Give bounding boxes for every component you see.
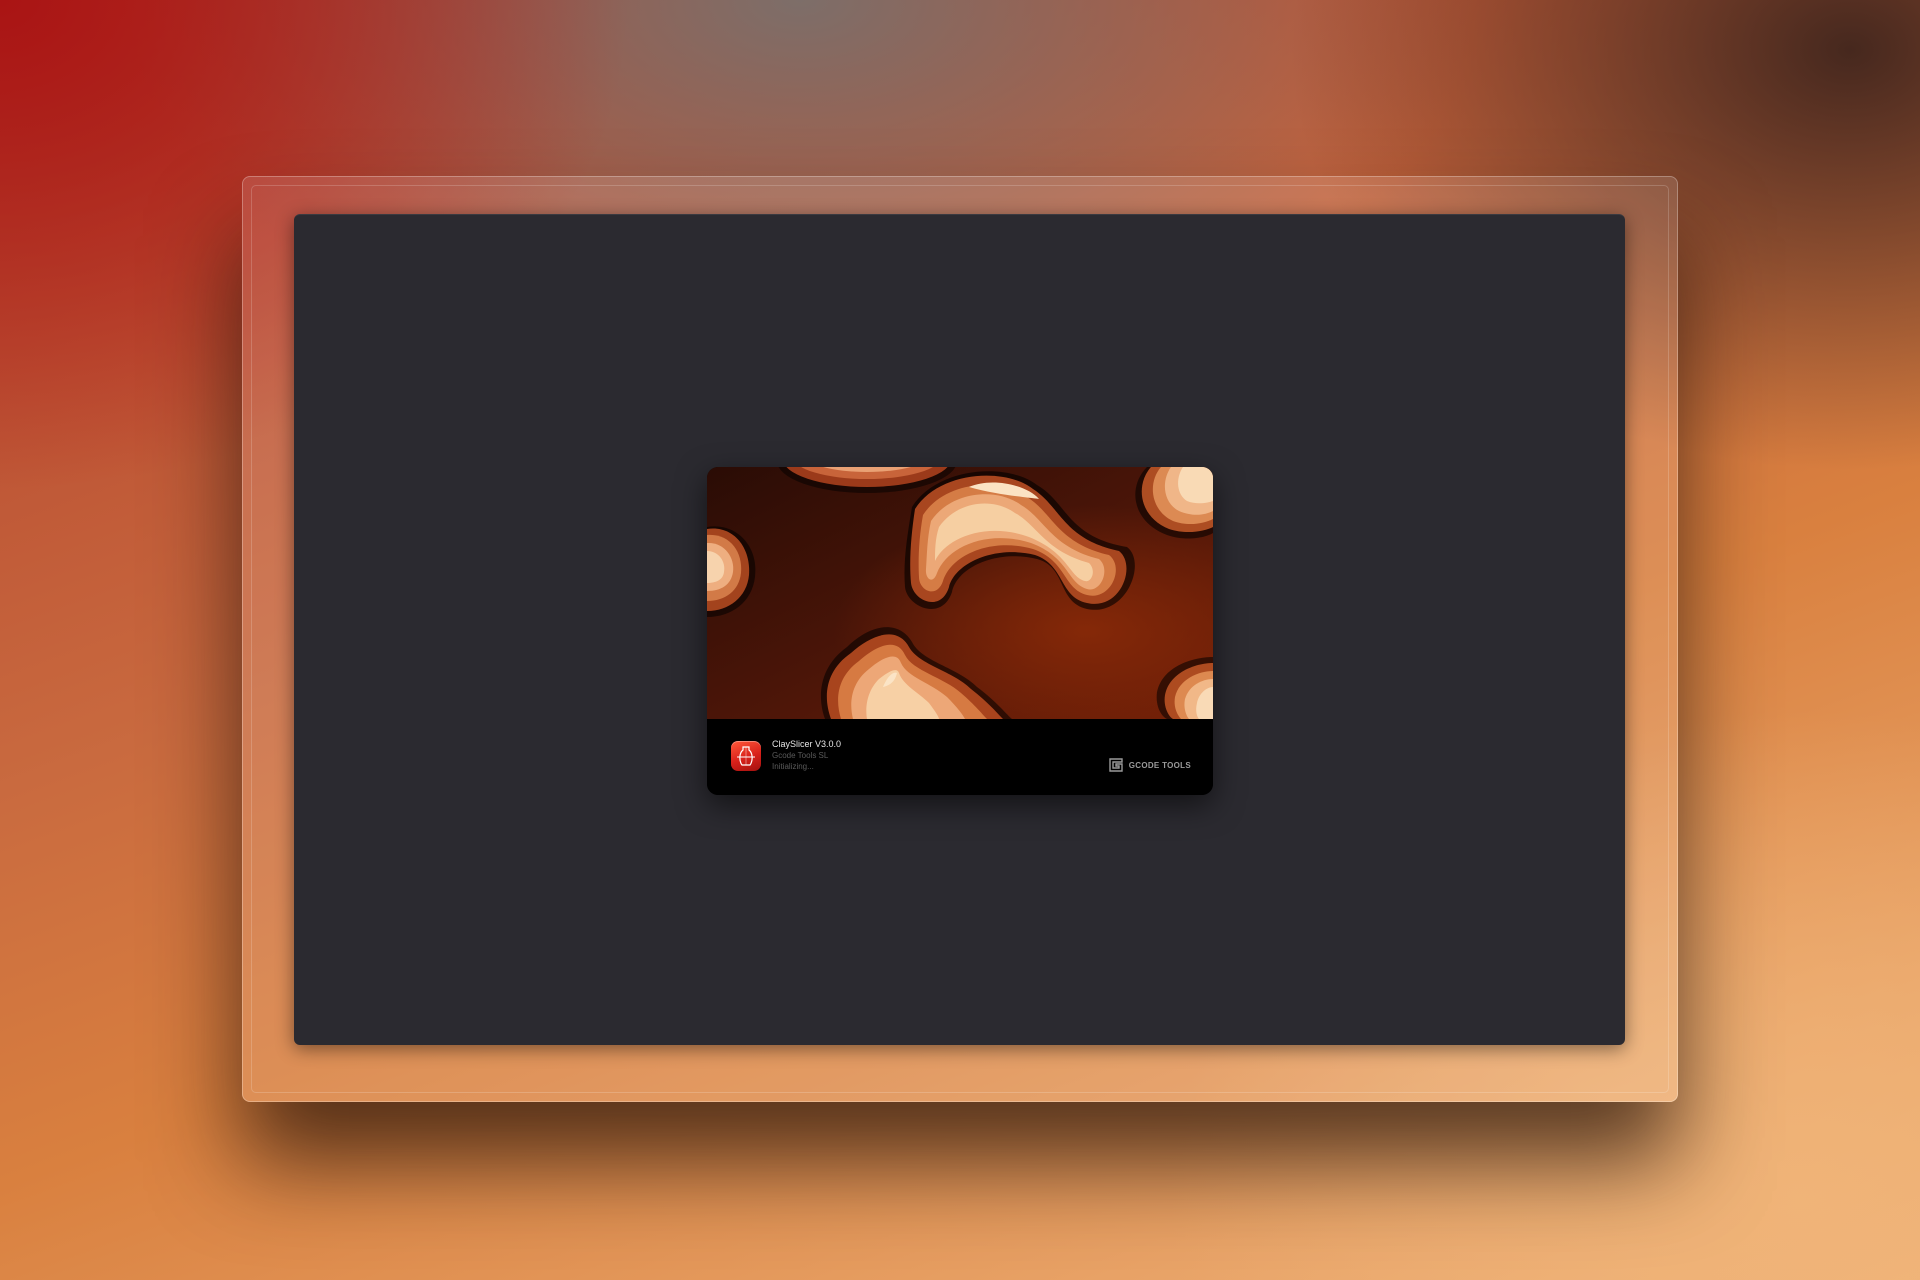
app-info: ClaySlicer V3.0.0 Gcode Tools SL Initial…: [772, 739, 841, 772]
app-name: ClaySlicer V3.0.0: [772, 739, 842, 749]
gcode-tools-logo-icon: [1109, 758, 1123, 772]
clayslicer-vase-icon: [731, 741, 761, 771]
brand-name: GCODE TOOLS: [1128, 760, 1191, 770]
loading-status: Initializing...: [772, 762, 814, 771]
brand-mark: GCODE TOOLS: [1109, 758, 1191, 772]
splash-footer: ClaySlicer V3.0.0 Gcode Tools SL Initial…: [707, 719, 1213, 795]
splash-screen: ClaySlicer V3.0.0 Gcode Tools SL Initial…: [707, 467, 1213, 795]
vendor-name: Gcode Tools SL: [772, 751, 829, 760]
splash-artwork: [707, 467, 1213, 719]
